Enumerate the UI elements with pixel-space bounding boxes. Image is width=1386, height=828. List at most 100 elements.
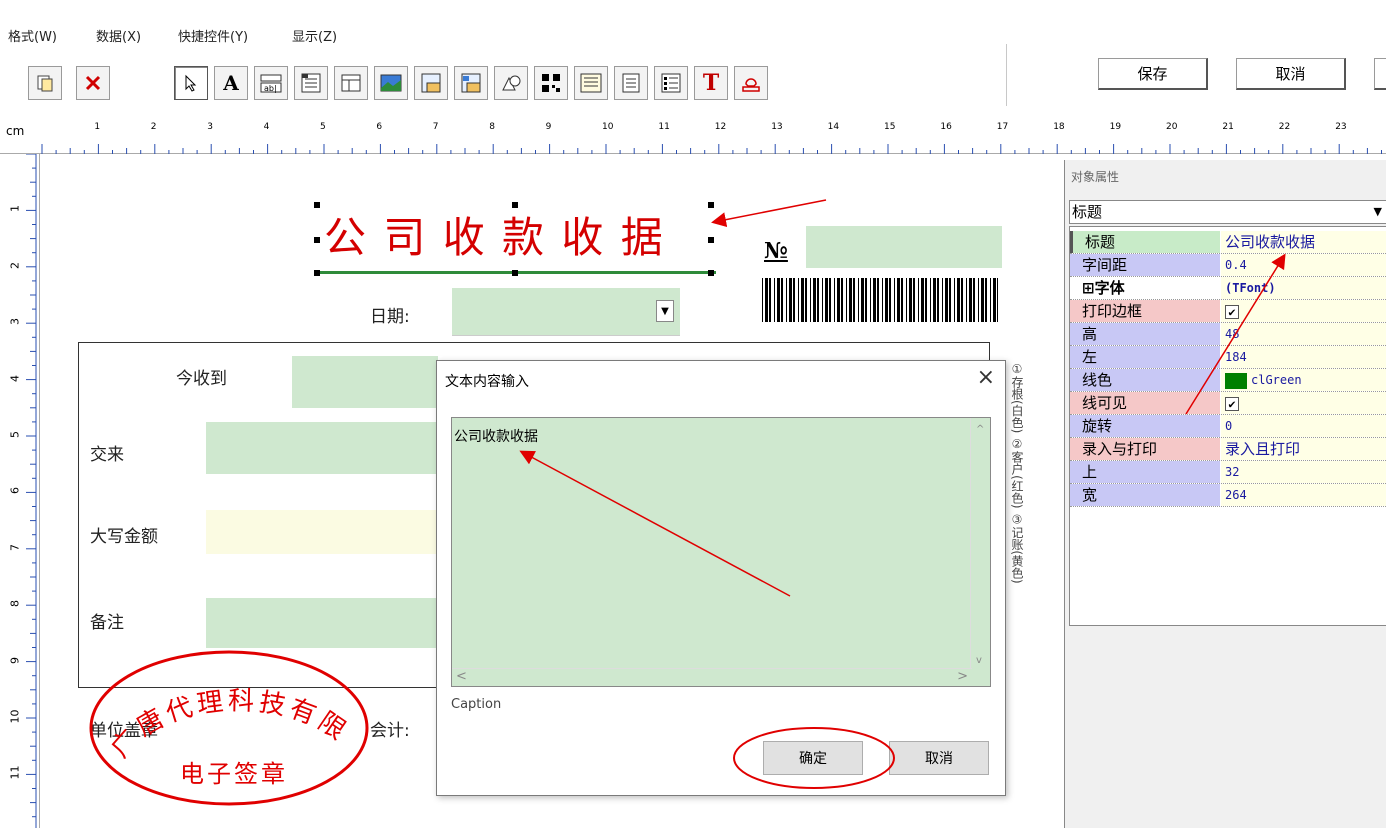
seal-text: 广唐代理科技有限公司 <box>84 610 350 764</box>
selection-handle[interactable] <box>314 270 320 276</box>
property-row[interactable]: 旋转 0 <box>1070 415 1386 438</box>
property-value[interactable]: 264 <box>1221 484 1386 506</box>
svg-text:广唐代理科技有限公司: 广唐代理科技有限公司 <box>84 610 354 764</box>
property-key: ⊞字体 <box>1070 277 1220 299</box>
image-icon[interactable] <box>374 66 408 100</box>
property-value[interactable]: 0.4 <box>1221 254 1386 276</box>
caption-label: Caption <box>451 697 502 712</box>
property-row[interactable]: 左 184 <box>1070 346 1386 369</box>
from-label: 交来 <box>90 445 124 465</box>
font-t-icon[interactable]: T <box>694 66 728 100</box>
dialog-cancel-button[interactable]: 取消 <box>889 741 989 775</box>
property-row[interactable]: 宽 264 <box>1070 484 1386 507</box>
cancel-button[interactable]: 取消 <box>1236 58 1346 90</box>
menu-display[interactable]: 显示(Z) <box>292 26 337 45</box>
barcode-icon[interactable] <box>574 66 608 100</box>
menu-data[interactable]: 数据(X) <box>96 26 141 45</box>
menu-format[interactable]: 格式(W) <box>8 26 57 45</box>
property-row[interactable]: ⊞字体 (TFont) <box>1070 277 1386 300</box>
delete-icon[interactable] <box>76 66 110 100</box>
from-field[interactable] <box>206 422 438 474</box>
property-value[interactable]: 48 <box>1221 323 1386 345</box>
property-key: 线色 <box>1070 369 1220 391</box>
new-page-icon[interactable] <box>28 66 62 100</box>
horizontal-ruler: cm 1 2 3 4 5 6 7 8 9 10 11 12 13 14 15 16 17 18 19 20 21 22 23 <box>0 118 1386 154</box>
chevron-up-icon[interactable]: ^ <box>976 424 984 435</box>
copy-note: ①存根(白色) ②客户(红色) ③记账(黄色) <box>1010 362 1024 584</box>
property-key: 线可见 <box>1070 392 1220 414</box>
ok-button[interactable]: 确定 <box>763 741 863 775</box>
seal-stamp[interactable]: 广唐代理科技有限公司 电子签章 <box>84 610 374 810</box>
selection-handle[interactable] <box>708 270 714 276</box>
text-input-dialog: 文本内容输入 × 公司收款收据 ^ v < > Caption 确定 取消 <box>436 360 1006 796</box>
property-row[interactable]: 线色 clGreen <box>1070 369 1386 392</box>
title-text: 公 司 收 款 收 据 <box>324 213 665 262</box>
property-key: 标题 <box>1070 231 1220 253</box>
text-icon[interactable]: A <box>214 66 248 100</box>
pointer-icon[interactable] <box>174 66 208 100</box>
property-row[interactable]: 打印边框 ✔ <box>1070 300 1386 323</box>
selection-handle[interactable] <box>314 202 320 208</box>
date-field[interactable]: ▼ <box>452 288 680 336</box>
chevron-down-icon[interactable]: ▼ <box>656 300 674 322</box>
shapes-icon[interactable] <box>494 66 528 100</box>
property-value[interactable]: 公司收款收据 <box>1221 231 1386 253</box>
list-icon[interactable] <box>654 66 688 100</box>
property-value[interactable]: (TFont) <box>1221 277 1386 299</box>
property-key: 字间距 <box>1070 254 1220 276</box>
property-grid: 标题 公司收款收据 字间距 0.4 ⊞字体 (TFont) 打印边框 ✔ 高 48 左 184 线色 cl… <box>1069 226 1386 626</box>
save-button[interactable]: 保存 <box>1098 58 1208 90</box>
text-content-value: 公司收款收据 <box>454 429 538 445</box>
document-icon[interactable] <box>614 66 648 100</box>
property-value[interactable]: 0 <box>1221 415 1386 437</box>
selection-handle[interactable] <box>512 270 518 276</box>
property-key: 录入与打印 <box>1070 438 1220 460</box>
horizontal-scrollbar[interactable]: < > <box>452 668 972 686</box>
selection-handle[interactable] <box>512 202 518 208</box>
chevron-down-icon[interactable]: ▼ <box>1374 201 1382 223</box>
property-row[interactable]: 字间距 0.4 <box>1070 254 1386 277</box>
property-key: 打印边框 <box>1070 300 1220 322</box>
edit-field-icon[interactable]: ab| <box>254 66 288 100</box>
received-field[interactable] <box>292 356 438 408</box>
object-selector-value: 标题 <box>1072 203 1103 221</box>
selection-handle[interactable] <box>314 237 320 243</box>
vertical-scrollbar[interactable]: ^ v <box>970 418 990 670</box>
property-value[interactable]: clGreen <box>1221 369 1386 391</box>
table-icon[interactable] <box>334 66 368 100</box>
property-row[interactable]: 录入与打印 录入且打印 <box>1070 438 1386 461</box>
close-icon[interactable]: × <box>977 365 995 390</box>
property-row[interactable]: 上 32 <box>1070 461 1386 484</box>
toolbar: A ab| T 保存 取消 <box>0 44 1386 116</box>
memo-icon[interactable] <box>294 66 328 100</box>
property-row[interactable]: 高 48 <box>1070 323 1386 346</box>
object-selector[interactable]: 标题 ▼ <box>1069 200 1386 224</box>
amount-field[interactable] <box>206 510 438 554</box>
chevron-left-icon[interactable]: < <box>456 669 467 684</box>
selection-handle[interactable] <box>708 202 714 208</box>
barcode-object[interactable] <box>762 278 998 322</box>
chevron-down-icon[interactable]: v <box>976 655 982 666</box>
property-key: 旋转 <box>1070 415 1220 437</box>
property-row[interactable]: 线可见 ✔ <box>1070 392 1386 415</box>
menu-quick-controls[interactable]: 快捷控件(Y) <box>178 26 248 45</box>
property-row[interactable]: 标题 公司收款收据 <box>1070 231 1386 254</box>
selection-handle[interactable] <box>708 237 714 243</box>
property-value[interactable]: ✔ <box>1221 300 1386 322</box>
qrcode-icon[interactable] <box>534 66 568 100</box>
property-value[interactable]: 录入且打印 <box>1221 438 1386 460</box>
stamp-icon[interactable] <box>734 66 768 100</box>
property-value[interactable]: 32 <box>1221 461 1386 483</box>
property-value[interactable]: 184 <box>1221 346 1386 368</box>
more-button[interactable] <box>1374 58 1386 90</box>
toolbar-separator <box>1006 44 1007 106</box>
number-field[interactable] <box>806 226 1002 268</box>
checkbox[interactable]: ✔ <box>1225 304 1239 319</box>
property-value[interactable]: ✔ <box>1221 392 1386 414</box>
text-content-area[interactable]: 公司收款收据 ^ v < > <box>451 417 991 687</box>
chevron-right-icon[interactable]: > <box>957 669 968 684</box>
title-object[interactable]: 公 司 收 款 收 据 <box>316 204 716 274</box>
checkbox[interactable]: ✔ <box>1225 396 1239 411</box>
grid-icon[interactable] <box>414 66 448 100</box>
grid-edit-icon[interactable] <box>454 66 488 100</box>
